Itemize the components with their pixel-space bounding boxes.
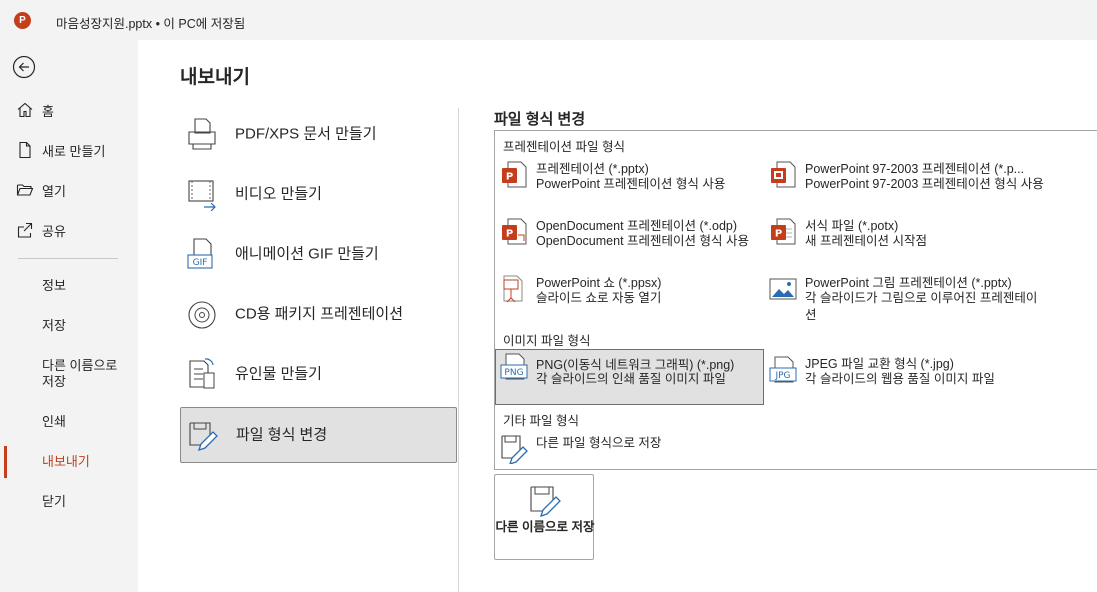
filetype-title: PowerPoint 그림 프레젠테이션 (*.pptx) xyxy=(805,276,1012,290)
filetype-title: PowerPoint 97-2003 프레젠테이션 (*.p... xyxy=(805,162,1025,176)
jpg-icon-text: JPG xyxy=(774,371,790,381)
nav-label-home: 홈 xyxy=(42,103,54,119)
filetype-title: JPEG 파일 교환 형식 (*.jpg) xyxy=(805,357,954,371)
export-label: 비디오 만들기 xyxy=(235,185,322,203)
filetype-description: PowerPoint 97-2003 프레젠테이션 형식 사용 xyxy=(805,177,1044,191)
nav-print[interactable]: 인쇄 xyxy=(0,404,138,440)
open-folder-icon xyxy=(16,184,34,196)
filetype-description: 슬라이드 쇼로 자동 열기 xyxy=(536,291,662,305)
picture-presentation-icon xyxy=(769,278,797,300)
png-file-icon: PNG xyxy=(500,353,528,380)
nav-label-print: 인쇄 xyxy=(42,414,66,429)
filetype-title: 프레젠테이션 (*.pptx) xyxy=(536,162,649,176)
filetype-description: 새 프레젠테이션 시작점 xyxy=(805,234,927,248)
group-other-heading: 기타 파일 형식 xyxy=(503,414,579,428)
export-label: 파일 형식 변경 xyxy=(236,426,328,444)
ppsx-show-file-icon xyxy=(503,275,523,303)
title-bar: P 마음성장지원.pptx • 이 PC에 저장됨 xyxy=(0,0,1097,40)
filetype-ppsx[interactable]: PowerPoint 쇼 (*.ppsx) 슬라이드 쇼로 자동 열기 xyxy=(496,272,762,326)
filetype-description: 각 슬라이드가 그림으로 이루어진 프레젠테이션 xyxy=(805,291,1038,322)
export-label: 유인물 만들기 xyxy=(235,365,322,383)
nav-export[interactable]: 내보내기 xyxy=(0,444,138,480)
nav-open[interactable]: 열기 xyxy=(0,172,138,208)
nav-label-export: 내보내기 xyxy=(42,454,90,469)
save-as-button[interactable]: 다른 이름으로 저장 xyxy=(494,474,594,560)
backstage-nav: 홈 새로 만들기 열기 공유 정보 저장 다른 이름으로 저장 인쇄 내보내기 … xyxy=(0,40,138,592)
filetype-other[interactable]: 다른 파일 형식으로 저장 xyxy=(496,432,762,466)
filetype-description: OpenDocument 프레젠테이션 형식 사용 xyxy=(536,234,749,248)
video-icon xyxy=(188,180,216,211)
pptx-file-icon: P xyxy=(502,161,527,188)
nav-new[interactable]: 새로 만들기 xyxy=(0,132,138,168)
filetype-jpg[interactable]: JPG JPEG 파일 교환 형식 (*.jpg) 각 슬라이드의 웹용 품질 … xyxy=(765,353,1031,407)
export-label: PDF/XPS 문서 만들기 xyxy=(235,125,377,143)
png-icon-text: PNG xyxy=(504,368,523,378)
svg-text:P: P xyxy=(506,172,513,183)
nav-label-save-as: 다른 이름으로 저장 xyxy=(42,358,118,389)
powerpoint-logo-icon: P xyxy=(14,12,31,29)
odp-file-icon: P xyxy=(502,218,527,245)
column-divider xyxy=(458,108,459,592)
filetype-ppt[interactable]: PowerPoint 97-2003 프레젠테이션 (*.p... PowerP… xyxy=(765,158,1044,212)
export-cd-package[interactable]: CD용 패키지 프레젠테이션 xyxy=(180,286,457,342)
filetype-title: 서식 파일 (*.potx) xyxy=(805,219,899,233)
filetype-picture-pptx[interactable]: PowerPoint 그림 프레젠테이션 (*.pptx) 각 슬라이드가 그림… xyxy=(765,272,1037,326)
nav-share[interactable]: 공유 xyxy=(0,212,138,248)
nav-divider xyxy=(18,258,118,259)
change-file-type-icon xyxy=(189,422,218,452)
save-as-icon xyxy=(530,486,561,517)
nav-label-new: 새로 만들기 xyxy=(42,143,106,159)
group-presentation-heading: 프레젠테이션 파일 형식 xyxy=(503,140,625,154)
group-image-heading: 이미지 파일 형식 xyxy=(503,334,591,348)
nav-home[interactable]: 홈 xyxy=(0,92,138,128)
svg-text:P: P xyxy=(775,229,782,240)
export-video[interactable]: 비디오 만들기 xyxy=(180,166,457,222)
new-document-icon xyxy=(19,141,31,159)
save-as-button-label: 다른 이름으로 저장 xyxy=(495,520,595,534)
export-handouts[interactable]: 유인물 만들기 xyxy=(180,346,457,402)
share-icon xyxy=(17,222,33,238)
back-arrow-icon[interactable] xyxy=(12,55,36,79)
nav-save[interactable]: 저장 xyxy=(0,308,138,344)
filetype-title: PowerPoint 쇼 (*.ppsx) xyxy=(536,276,662,290)
nav-info[interactable]: 정보 xyxy=(0,268,138,304)
export-gif[interactable]: GIF 애니메이션 GIF 만들기 xyxy=(180,226,457,282)
handouts-icon xyxy=(189,358,215,389)
filetype-potx[interactable]: P 서식 파일 (*.potx) 새 프레젠테이션 시작점 xyxy=(765,215,1031,269)
cd-package-icon xyxy=(188,301,216,329)
export-change-file-type[interactable]: 파일 형식 변경 xyxy=(180,407,457,463)
ppt-97-2003-file-icon xyxy=(771,161,796,188)
filetype-odp[interactable]: P OpenDocument 프레젠테이션 (*.odp) OpenDocume… xyxy=(496,215,762,269)
filetype-title: OpenDocument 프레젠테이션 (*.odp) xyxy=(536,219,738,233)
potx-template-file-icon: P xyxy=(771,218,796,245)
filetype-title: 다른 파일 형식으로 저장 xyxy=(536,436,662,450)
nav-label-close: 닫기 xyxy=(42,494,66,509)
filetype-pptx[interactable]: P 프레젠테이션 (*.pptx) PowerPoint 프레젠테이션 형식 사… xyxy=(496,158,762,212)
export-pdf-xps[interactable]: PDF/XPS 문서 만들기 xyxy=(180,106,457,162)
jpg-file-icon: JPG xyxy=(769,356,797,383)
gif-icon: GIF xyxy=(187,238,213,269)
filetype-description: 각 슬라이드의 웹용 품질 이미지 파일 xyxy=(805,372,995,386)
nav-label-save: 저장 xyxy=(42,318,66,333)
nav-label-share: 공유 xyxy=(42,223,66,239)
filetype-png[interactable]: PNG PNG(이동식 네트워크 그래픽) (*.png) 각 슬라이드의 인쇄… xyxy=(495,349,764,405)
filetype-description: PowerPoint 프레젠테이션 형식 사용 xyxy=(536,177,726,191)
svg-text:P: P xyxy=(506,229,513,240)
svg-text:GIF: GIF xyxy=(193,258,208,268)
nav-close[interactable]: 닫기 xyxy=(0,484,138,520)
pdf-document-icon xyxy=(188,118,216,150)
save-as-other-icon xyxy=(501,435,528,464)
filetype-description: 각 슬라이드의 인쇄 품질 이미지 파일 xyxy=(536,372,726,386)
export-label: 애니메이션 GIF 만들기 xyxy=(235,245,379,263)
section-title: 파일 형식 변경 xyxy=(494,111,586,128)
nav-label-open: 열기 xyxy=(42,183,66,199)
page-title: 내보내기 xyxy=(180,67,250,88)
export-label: CD용 패키지 프레젠테이션 xyxy=(235,305,404,323)
document-title[interactable]: 마음성장지원.pptx • 이 PC에 저장됨 xyxy=(56,13,245,32)
nav-save-as[interactable]: 다른 이름으로 저장 xyxy=(0,348,138,400)
nav-label-info: 정보 xyxy=(42,278,66,293)
home-icon xyxy=(17,102,33,118)
